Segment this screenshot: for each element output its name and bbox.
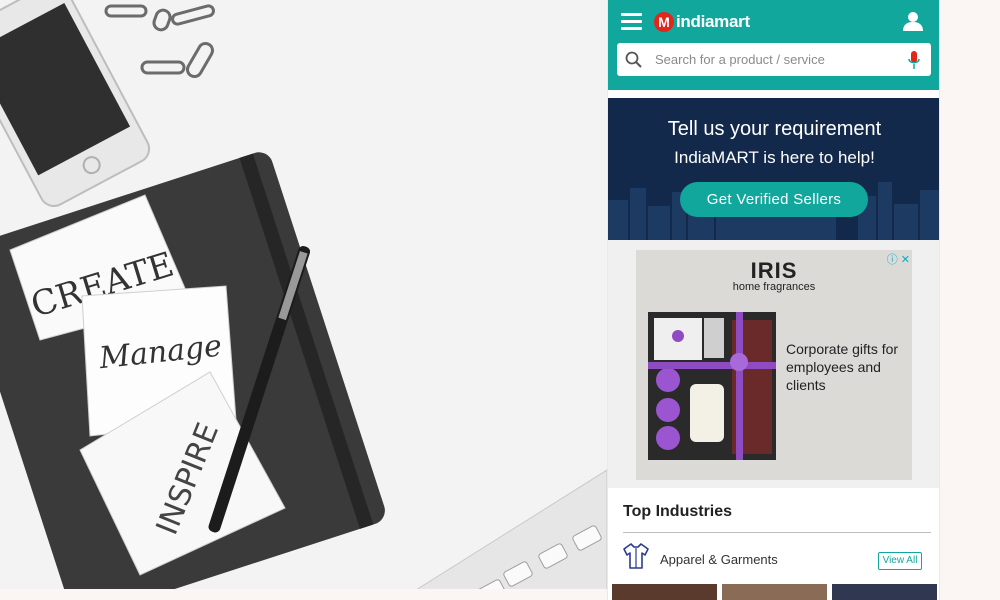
app-header: M indiamart [608,0,939,90]
background-photo: CREATE Manage INSPIRE [0,0,607,600]
thumbnail-image[interactable] [722,584,827,600]
logo-mark: M [654,12,674,32]
top-industries-title: Top Industries [623,503,733,520]
industry-label: Apparel & Garments [660,552,778,567]
search-icon[interactable] [625,51,642,68]
view-all-button[interactable]: View All [878,552,922,570]
indiamart-logo[interactable]: M indiamart [654,11,750,33]
shirt-icon [623,543,649,569]
requirement-banner: Tell us your requirement IndiaMART is he… [608,98,939,240]
microphone-icon[interactable] [908,51,920,70]
get-verified-sellers-button[interactable]: Get Verified Sellers [680,182,868,217]
thumbnail-image[interactable] [832,584,937,600]
photo-bottom-border [0,589,607,600]
industry-item-apparel[interactable]: Apparel & Garments View All [620,540,933,576]
section-divider [623,532,931,533]
ad-container: ⓘ ✕ IRIS home fragrances Corporate gifts… [608,240,939,488]
ad-copy: Corporate gifts for employees and client… [786,341,899,393]
mobile-page: M indiamart Search for a product / servi… [607,0,940,600]
banner-subtitle: IndiaMART is here to help! [674,148,875,167]
hamburger-icon[interactable] [621,13,642,30]
logo-text: indiamart [676,12,750,31]
gift-box-image [648,312,776,460]
search-bar [617,43,931,76]
ad-brand-sub: home fragrances [732,281,816,293]
thumbnail-image[interactable] [612,584,717,600]
desk-illustration: CREATE Manage INSPIRE [0,0,607,600]
search-input[interactable] [655,43,895,76]
banner-title: Tell us your requirement [667,118,882,140]
industry-thumbnails [612,584,937,600]
iris-ad-banner[interactable]: ⓘ ✕ IRIS home fragrances Corporate gifts… [636,250,912,480]
user-icon[interactable] [902,11,924,31]
